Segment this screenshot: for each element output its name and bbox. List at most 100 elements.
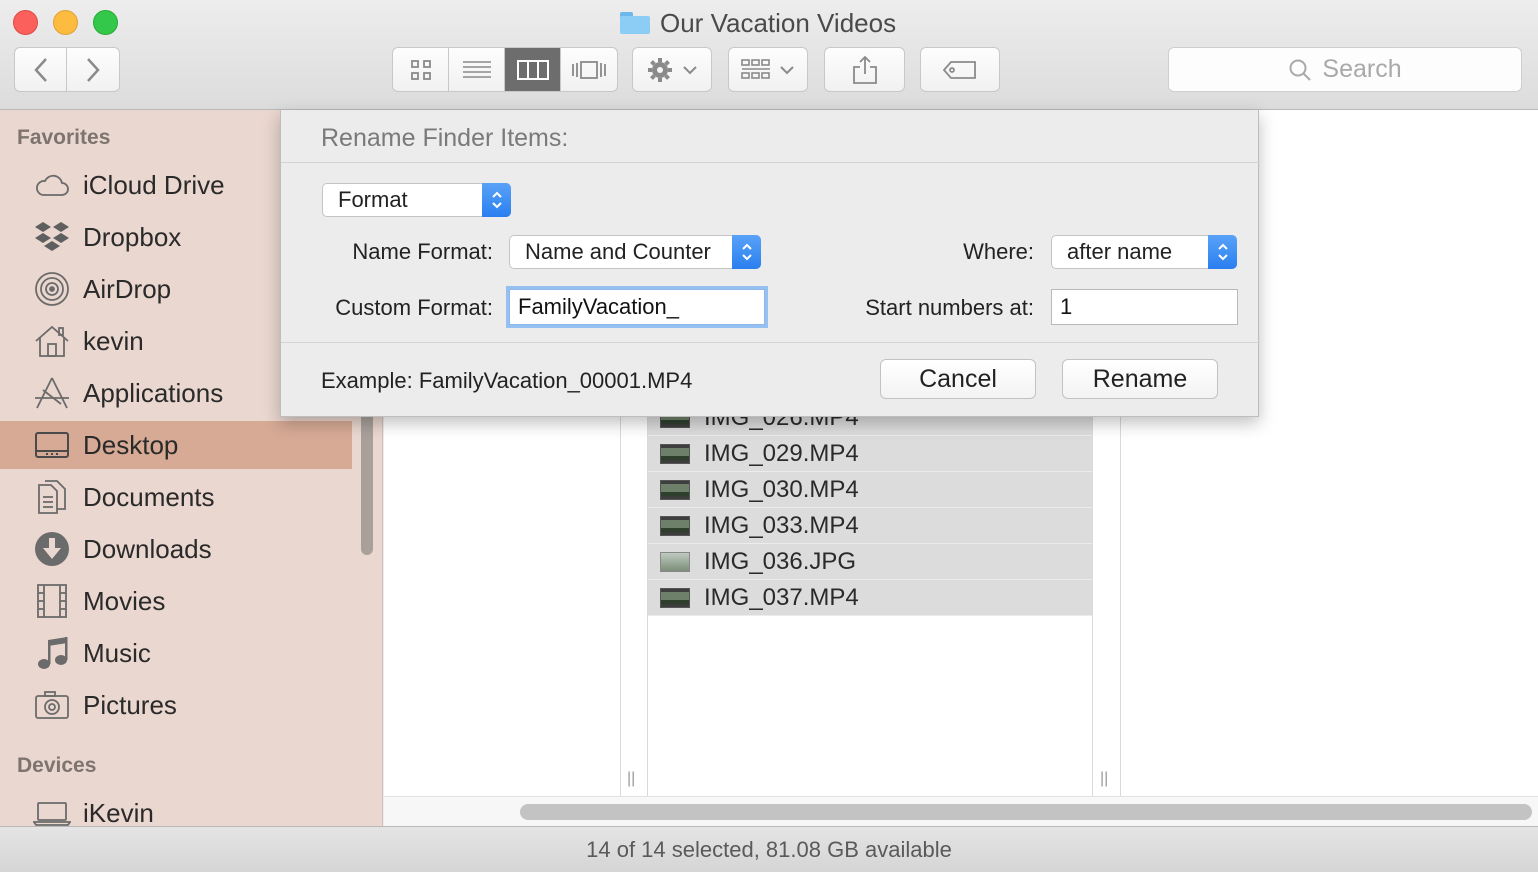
file-row[interactable]: IMG_036.JPG [648, 544, 1092, 580]
zoom-window-button[interactable] [93, 10, 118, 35]
where-popup[interactable]: after name [1051, 235, 1237, 269]
start-numbers-value: 1 [1060, 294, 1073, 319]
horizontal-scrollbar-thumb[interactable] [520, 804, 1532, 820]
file-name: IMG_036.JPG [704, 547, 857, 575]
video-thumbnail-icon [660, 443, 690, 464]
cancel-button-label: Cancel [919, 364, 997, 393]
share-button[interactable] [824, 47, 905, 92]
cloud-icon [33, 166, 71, 204]
home-icon [33, 322, 71, 360]
applications-icon [33, 374, 71, 412]
chevron-down-icon [780, 65, 794, 74]
sidebar-item-label: iCloud Drive [83, 169, 225, 200]
sidebar-item-movies[interactable]: Movies [0, 577, 352, 625]
sidebar-item-label: Documents [83, 481, 215, 512]
file-row[interactable]: IMG_030.MP4 [648, 472, 1092, 508]
status-text: 14 of 14 selected, 81.08 GB available [586, 836, 952, 862]
sidebar-item-label: kevin [83, 325, 144, 356]
sidebar-item-label: Dropbox [83, 221, 182, 252]
start-numbers-field[interactable]: 1 [1051, 289, 1238, 325]
custom-format-label: Custom Format: [335, 295, 493, 320]
sidebar-heading-devices: Devices [17, 754, 97, 777]
sidebar-item-documents[interactable]: Documents [0, 473, 352, 521]
search-placeholder: Search [1322, 55, 1402, 83]
popup-stepper-icon [732, 235, 761, 269]
sidebar-item-label: Applications [83, 377, 224, 408]
sidebar-item-desktop[interactable]: Desktop [0, 421, 352, 469]
rename-mode-popup[interactable]: Format [322, 183, 511, 217]
dialog-separator [281, 162, 1260, 163]
column-resize-handle[interactable]: || [627, 770, 635, 788]
rename-mode-value: Format [338, 187, 408, 212]
file-name: IMG_033.MP4 [704, 511, 859, 539]
start-numbers-label: Start numbers at: [865, 295, 1034, 320]
rename-button[interactable]: Rename [1062, 359, 1218, 399]
dropbox-icon [33, 218, 71, 256]
sidebar-item-downloads[interactable]: Downloads [0, 525, 352, 573]
where-label: Where: [963, 239, 1034, 264]
sidebar-item-label: Downloads [83, 533, 212, 564]
custom-format-value: FamilyVacation_ [518, 294, 679, 319]
forward-button[interactable] [66, 47, 120, 92]
name-format-popup[interactable]: Name and Counter [509, 235, 761, 269]
icon-view-button[interactable] [393, 48, 449, 91]
dialog-title: Rename Finder Items: [321, 124, 569, 152]
sidebar-item-music[interactable]: Music [0, 629, 352, 677]
rename-button-label: Rename [1092, 364, 1188, 393]
icon-view-icon [410, 59, 431, 80]
minimize-window-button[interactable] [53, 10, 78, 35]
column-view-button[interactable] [505, 48, 561, 91]
sidebar-item-label: Desktop [83, 429, 179, 460]
where-value: after name [1067, 239, 1173, 264]
chevron-right-icon [87, 57, 100, 82]
arrange-menu-button[interactable] [728, 47, 808, 92]
file-name: IMG_037.MP4 [704, 583, 859, 611]
pictures-icon [33, 686, 71, 724]
cover-flow-icon [572, 60, 606, 79]
column-view-icon [516, 59, 549, 80]
file-row[interactable]: IMG_029.MP4 [648, 436, 1092, 472]
back-button[interactable] [14, 47, 67, 92]
arrange-icon [741, 58, 770, 79]
file-name: IMG_030.MP4 [704, 475, 859, 503]
sidebar-item-pictures[interactable]: Pictures [0, 681, 352, 729]
column-resize-handle[interactable]: || [1100, 770, 1108, 788]
sidebar-item-label: iKevin [83, 797, 154, 827]
search-icon [1289, 59, 1312, 81]
name-format-label: Name Format: [352, 239, 493, 264]
sidebar-item-label: AirDrop [83, 273, 172, 304]
sidebar-item-ikevin[interactable]: iKevin [0, 789, 352, 826]
search-input[interactable]: Search [1168, 47, 1522, 92]
rename-example-text: Example: FamilyVacation_00001.MP4 [321, 368, 693, 393]
action-menu-button[interactable] [632, 47, 712, 92]
window-title: Our Vacation Videos [620, 8, 896, 38]
sidebar-scrollbar[interactable] [361, 410, 373, 555]
gear-icon [648, 57, 672, 82]
downloads-icon [33, 530, 71, 568]
close-window-button[interactable] [13, 10, 38, 35]
laptop-icon [33, 794, 71, 826]
sidebar-item-label: Movies [83, 585, 166, 616]
tags-button[interactable] [920, 47, 1000, 92]
video-thumbnail-icon [660, 587, 690, 608]
image-thumbnail-icon [660, 551, 690, 572]
list-view-button[interactable] [449, 48, 505, 91]
cancel-button[interactable]: Cancel [880, 359, 1036, 399]
file-row[interactable]: IMG_037.MP4 [648, 580, 1092, 616]
cover-flow-view-button[interactable] [561, 48, 617, 91]
movies-icon [33, 582, 71, 620]
file-row[interactable]: IMG_033.MP4 [648, 508, 1092, 544]
share-icon [852, 55, 877, 84]
dialog-separator [281, 342, 1260, 343]
documents-icon [33, 478, 71, 516]
name-format-value: Name and Counter [525, 239, 711, 264]
sidebar-item-label: Music [83, 637, 151, 668]
sidebar-heading-favorites: Favorites [17, 126, 111, 149]
chevron-down-icon [683, 65, 697, 74]
view-mode-switcher [392, 47, 618, 92]
custom-format-field[interactable]: FamilyVacation_ [509, 289, 765, 325]
status-bar: 14 of 14 selected, 81.08 GB available [0, 826, 1538, 872]
file-list: IMG_026.MP4 IMG_029.MP4 IMG_030.MP4 IMG_… [648, 400, 1092, 616]
video-thumbnail-icon [660, 479, 690, 500]
desktop-icon [33, 426, 71, 464]
